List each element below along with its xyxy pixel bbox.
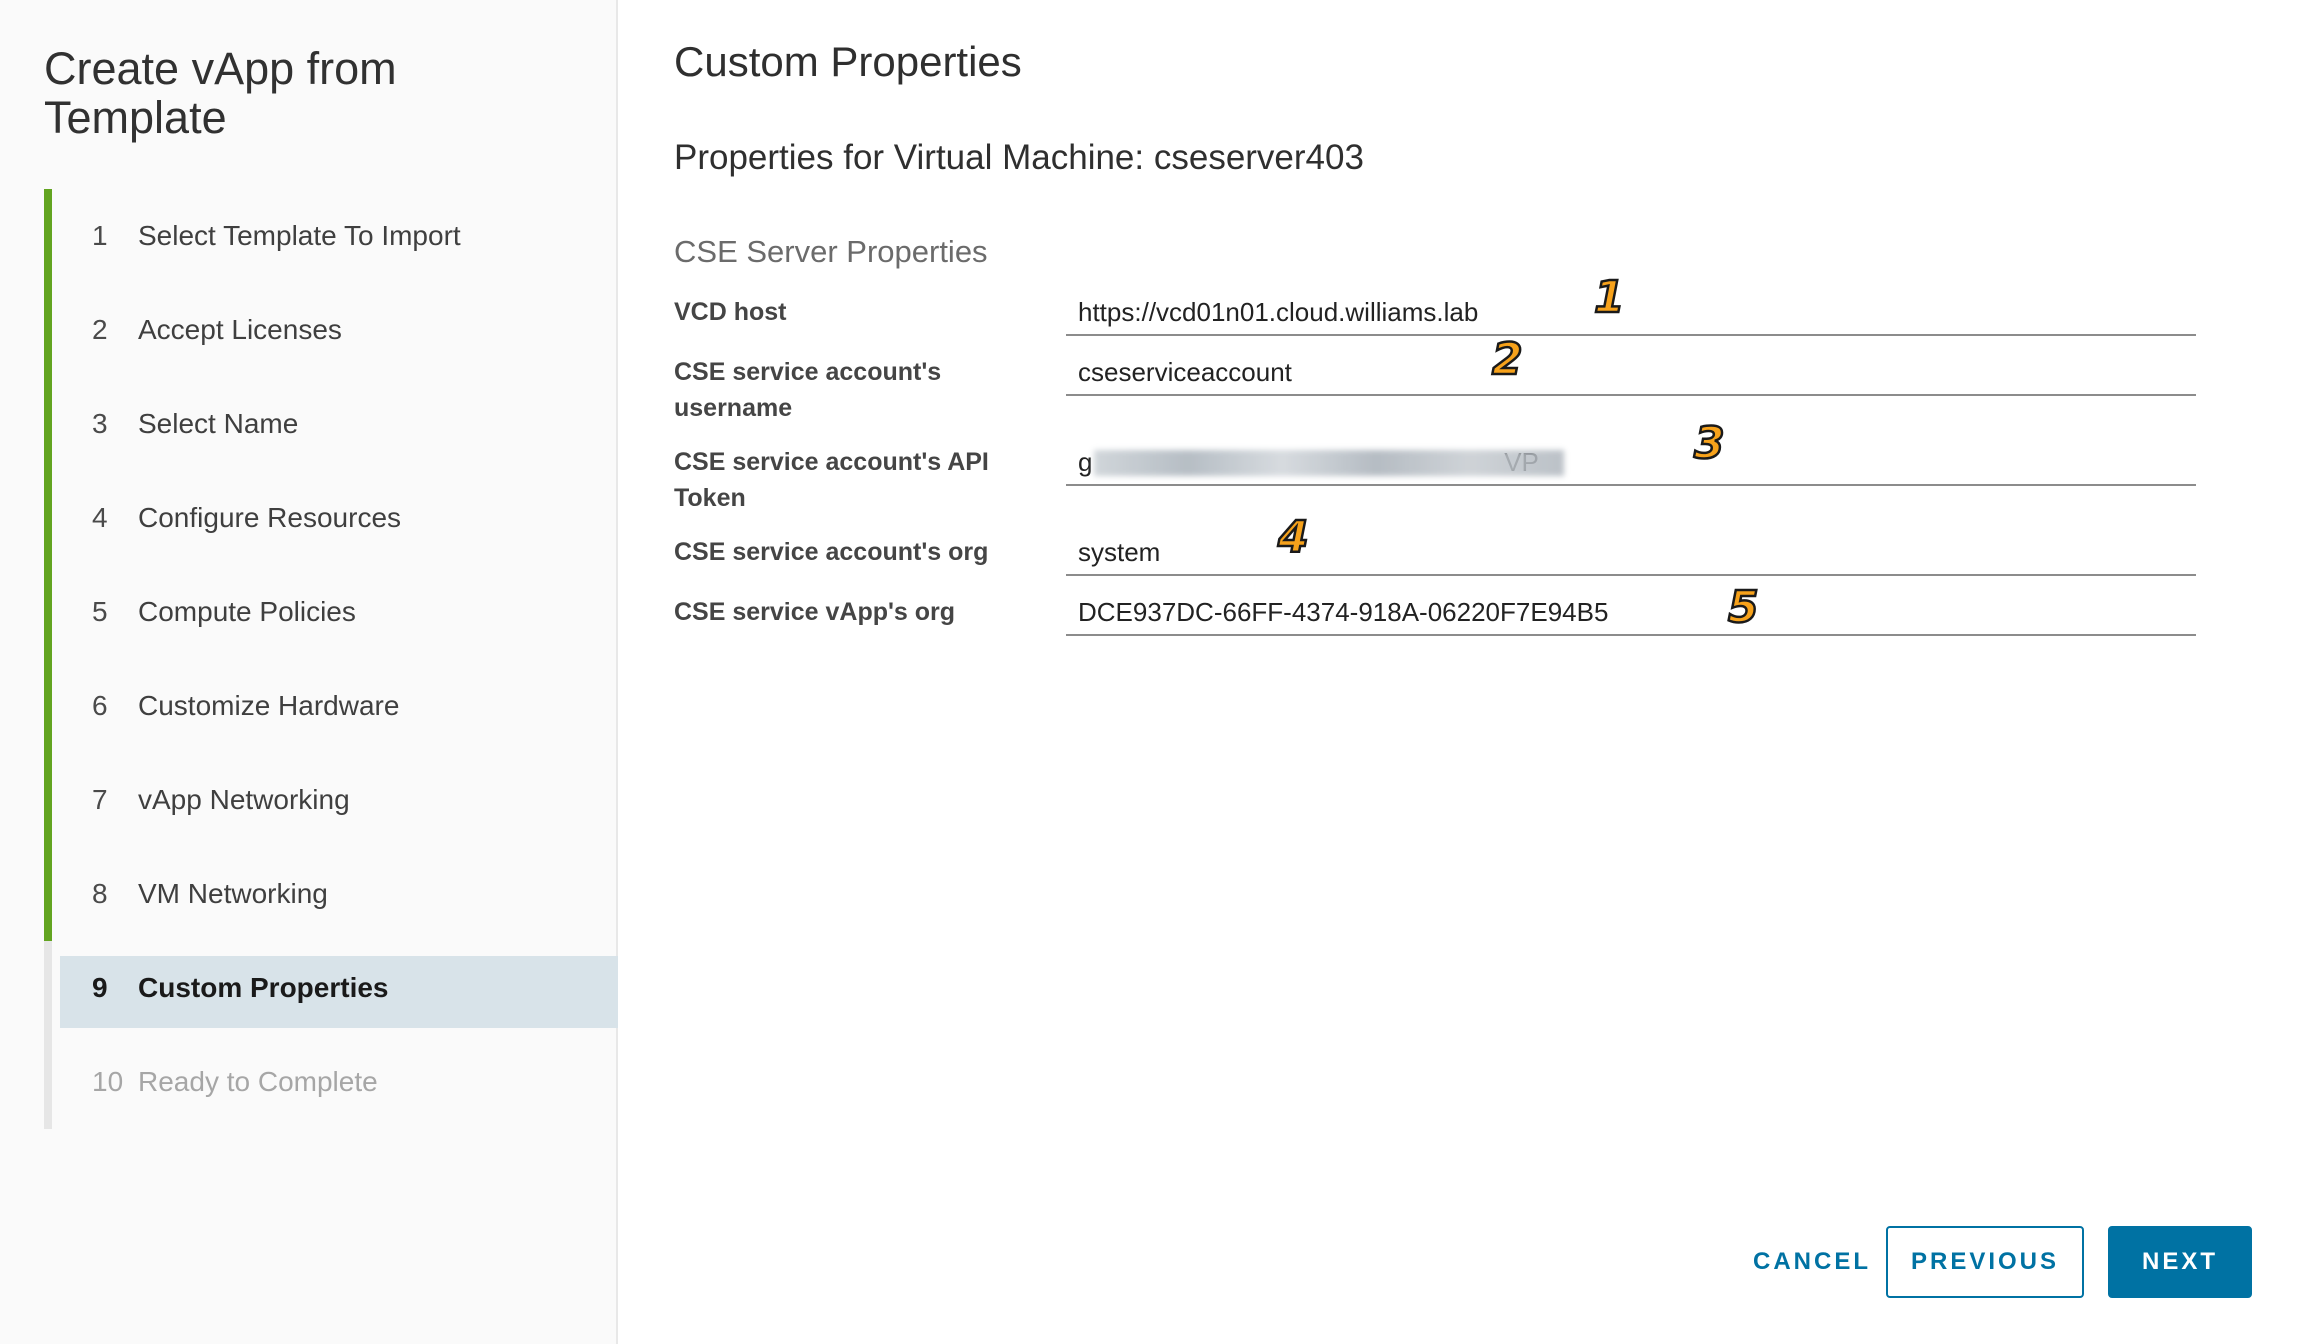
wizard-steps: 1 Select Template To Import 2 Accept Lic… bbox=[44, 189, 618, 1129]
property-label: VCD host bbox=[674, 298, 787, 326]
step-select-template[interactable]: 1 Select Template To Import bbox=[44, 189, 618, 283]
step-vapp-networking[interactable]: 7 vApp Networking bbox=[44, 753, 618, 847]
next-button[interactable]: NEXT bbox=[2108, 1226, 2252, 1298]
step-configure-resources[interactable]: 4 Configure Resources bbox=[44, 471, 618, 565]
step-number: 6 bbox=[92, 690, 108, 721]
wizard-sidebar: Create vApp from Template 1 Select Templ… bbox=[0, 0, 618, 1344]
step-number: 5 bbox=[92, 596, 108, 627]
step-select-name[interactable]: 3 Select Name bbox=[44, 377, 618, 471]
step-label: Accept Licenses bbox=[138, 314, 342, 345]
step-number: 1 bbox=[92, 220, 108, 251]
step-number: 4 bbox=[92, 502, 108, 533]
vm-heading: Properties for Virtual Machine: cseserve… bbox=[674, 138, 1364, 177]
wizard-main: Custom Properties Properties for Virtual… bbox=[620, 0, 2300, 1344]
step-number: 10 bbox=[92, 1066, 124, 1097]
step-label: Configure Resources bbox=[138, 502, 402, 533]
step-label: vApp Networking bbox=[138, 784, 350, 815]
username-input[interactable] bbox=[1066, 350, 2196, 396]
previous-button[interactable]: PREVIOUS bbox=[1886, 1226, 2084, 1298]
step-number: 8 bbox=[92, 878, 108, 909]
vcd-host-input[interactable] bbox=[1066, 290, 2196, 336]
api-token-input[interactable] bbox=[1066, 440, 2196, 486]
cancel-button[interactable]: CANCEL bbox=[1712, 1226, 1912, 1298]
step-number: 3 bbox=[92, 408, 108, 439]
step-label: VM Networking bbox=[138, 878, 328, 909]
step-compute-policies[interactable]: 5 Compute Policies bbox=[44, 565, 618, 659]
page-title: Custom Properties bbox=[674, 38, 1022, 85]
step-label: Compute Policies bbox=[138, 596, 356, 627]
step-label: Select Template To Import bbox=[138, 220, 461, 251]
vapp-org-input[interactable] bbox=[1066, 590, 2196, 636]
step-vm-networking[interactable]: 8 VM Networking bbox=[44, 847, 618, 941]
section-heading: CSE Server Properties bbox=[674, 234, 988, 269]
step-label: Custom Properties bbox=[138, 972, 389, 1003]
account-org-input[interactable] bbox=[1066, 530, 2196, 576]
step-number: 9 bbox=[92, 972, 108, 1003]
step-label: Customize Hardware bbox=[138, 690, 400, 721]
step-label: Select Name bbox=[138, 408, 299, 439]
property-label: CSE service account's API Token bbox=[674, 448, 989, 512]
step-number: 2 bbox=[92, 314, 108, 345]
step-label: Ready to Complete bbox=[138, 1066, 378, 1097]
step-number: 7 bbox=[92, 784, 108, 815]
step-custom-properties[interactable]: 9 Custom Properties bbox=[44, 941, 618, 1035]
property-label: CSE service account's org bbox=[674, 538, 989, 566]
step-customize-hardware[interactable]: 6 Customize Hardware bbox=[44, 659, 618, 753]
step-accept-licenses[interactable]: 2 Accept Licenses bbox=[44, 283, 618, 377]
wizard-title: Create vApp from Template bbox=[44, 43, 397, 143]
create-vapp-wizard: Create vApp from Template 1 Select Templ… bbox=[0, 0, 2300, 1344]
step-ready-to-complete: 10 Ready to Complete bbox=[44, 1035, 618, 1129]
property-label: CSE service account's username bbox=[674, 358, 942, 422]
property-label: CSE service vApp's org bbox=[674, 598, 956, 626]
